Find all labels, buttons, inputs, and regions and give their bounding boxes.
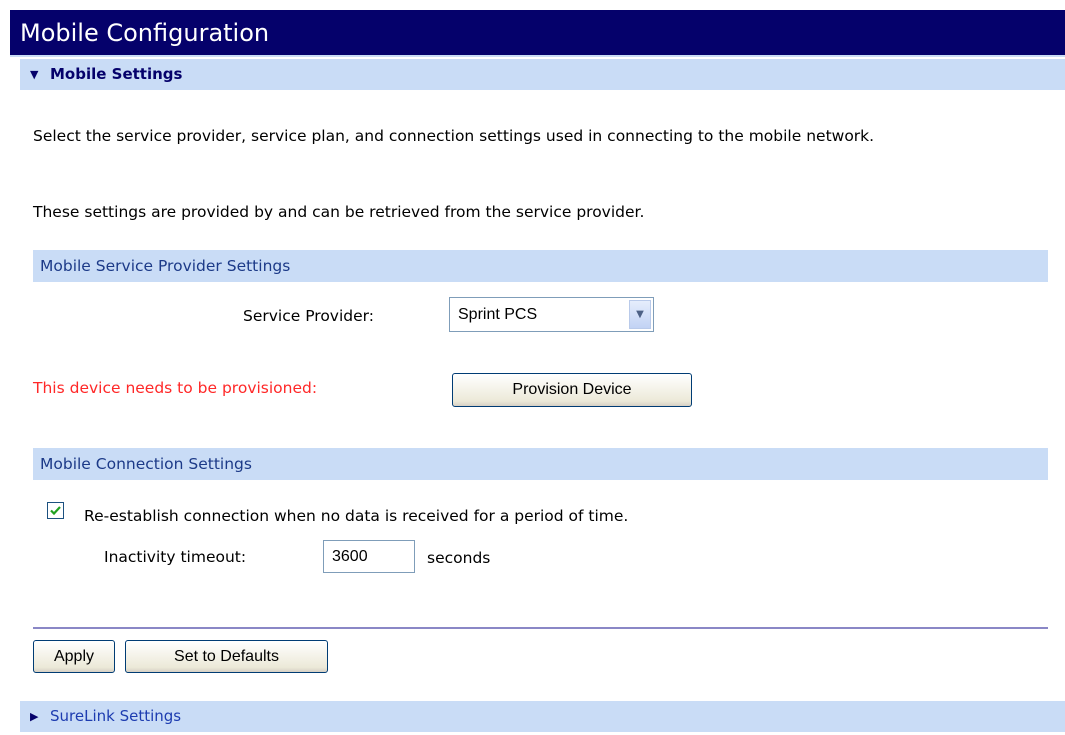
inactivity-timeout-input[interactable]: 3600 [323,540,415,573]
provider-settings-title: Mobile Service Provider Settings [40,257,291,275]
divider [33,627,1048,629]
surelink-settings-header[interactable]: ▶ SureLink Settings [20,701,1065,732]
service-provider-value: Sprint PCS [458,306,538,323]
connection-settings-title: Mobile Connection Settings [40,455,252,473]
mobile-settings-header[interactable]: ▼ Mobile Settings [20,59,1065,90]
page-title: Mobile Configuration [20,19,270,47]
inactivity-timeout-value: 3600 [332,548,368,565]
provider-settings-header: Mobile Service Provider Settings [33,250,1048,282]
mobile-configuration-page: Mobile Configuration ▼ Mobile Settings S… [0,0,1065,735]
chevron-down-icon[interactable]: ▼ [629,300,651,329]
apply-button[interactable]: Apply [33,640,115,673]
surelink-settings-label: SureLink Settings [50,707,182,725]
triangle-right-icon: ▶ [30,710,39,723]
intro-text: Select the service provider, service pla… [33,127,875,145]
triangle-down-icon: ▼ [30,68,39,81]
set-to-defaults-button[interactable]: Set to Defaults [125,640,328,673]
mobile-settings-label: Mobile Settings [50,65,183,83]
provision-warning: This device needs to be provisioned: [33,379,318,397]
check-icon [50,506,61,516]
provider-note-text: These settings are provided by and can b… [33,203,645,221]
service-provider-select[interactable]: Sprint PCS ▼ [449,297,654,332]
service-provider-label: Service Provider: [243,307,374,325]
inactivity-unit-label: seconds [427,549,491,567]
provision-device-button[interactable]: Provision Device [452,373,692,407]
connection-settings-header: Mobile Connection Settings [33,448,1048,480]
inactivity-timeout-label: Inactivity timeout: [104,548,247,566]
title-bar: Mobile Configuration [10,10,1065,57]
reestablish-label: Re-establish connection when no data is … [84,507,629,525]
reestablish-checkbox[interactable] [47,502,64,519]
